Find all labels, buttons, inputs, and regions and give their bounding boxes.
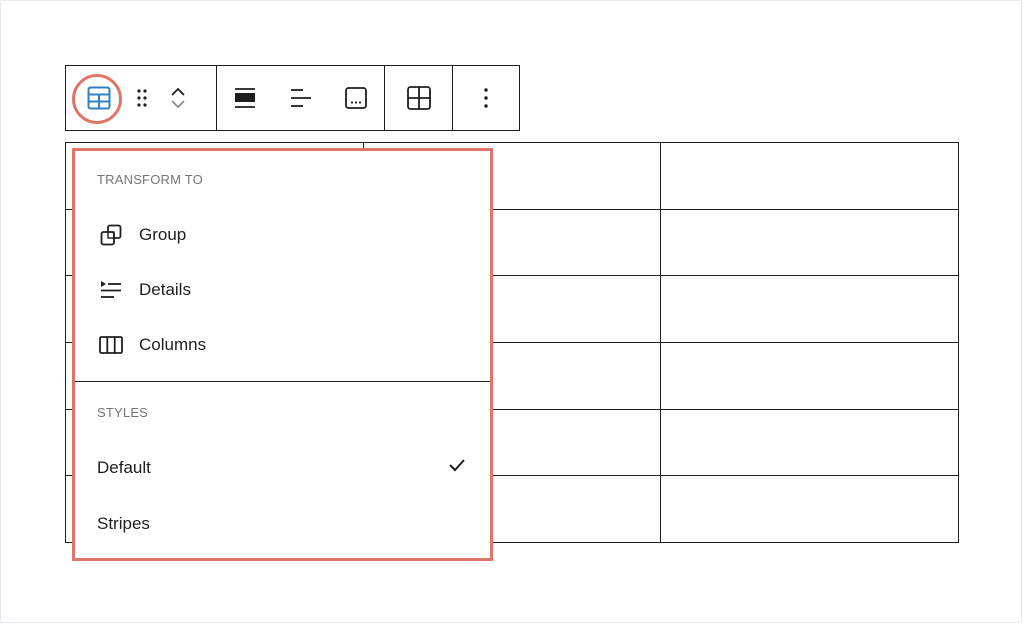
dropdown-divider bbox=[75, 381, 490, 382]
chevron-down-icon bbox=[171, 100, 185, 109]
block-mover bbox=[152, 66, 204, 130]
style-default[interactable]: Default bbox=[75, 446, 490, 490]
chevron-up-icon bbox=[171, 87, 185, 96]
details-label: Details bbox=[139, 280, 191, 299]
styles-section-label: STYLES bbox=[97, 405, 149, 420]
edit-table-button[interactable] bbox=[385, 66, 452, 130]
stripes-label: Stripes bbox=[97, 514, 150, 533]
transform-to-group[interactable]: Group bbox=[75, 213, 490, 257]
table-cell[interactable] bbox=[660, 275, 959, 343]
columns-icon bbox=[97, 331, 125, 359]
align-button[interactable] bbox=[217, 66, 273, 130]
align-left-icon bbox=[290, 89, 311, 107]
block-toolbar bbox=[65, 65, 520, 131]
table-cell[interactable] bbox=[660, 341, 959, 410]
transform-to-columns[interactable]: Columns bbox=[75, 323, 490, 367]
table-cell[interactable] bbox=[660, 142, 959, 210]
table-cell[interactable] bbox=[660, 408, 959, 477]
highlight-ring bbox=[72, 74, 122, 124]
transform-to-details[interactable]: Details bbox=[75, 268, 490, 312]
drag-handle-button[interactable] bbox=[132, 66, 152, 130]
caption-button[interactable] bbox=[328, 66, 384, 130]
toolbar-group-table bbox=[385, 66, 453, 130]
toolbar-group-block bbox=[66, 66, 217, 130]
details-icon bbox=[97, 276, 125, 304]
move-down-button[interactable] bbox=[152, 98, 204, 130]
align-wide-icon bbox=[234, 88, 255, 108]
move-up-button[interactable] bbox=[152, 66, 204, 98]
more-options-button[interactable] bbox=[453, 66, 519, 130]
table-cell[interactable] bbox=[660, 475, 959, 543]
transform-section-label: TRANSFORM TO bbox=[97, 172, 203, 187]
table-grid-icon bbox=[406, 86, 431, 110]
table-cell[interactable] bbox=[660, 208, 959, 277]
default-label: Default bbox=[97, 458, 151, 477]
columns-label: Columns bbox=[139, 335, 207, 354]
group-label: Group bbox=[139, 225, 187, 244]
check-icon bbox=[449, 459, 465, 472]
block-switcher-dropdown: TRANSFORM TO Group Details Columns STYLE… bbox=[72, 148, 493, 561]
toolbar-group-options bbox=[453, 66, 519, 130]
drag-handle-icon bbox=[137, 89, 147, 107]
more-vertical-icon bbox=[484, 88, 488, 108]
toolbar-group-format bbox=[217, 66, 385, 130]
caption-icon bbox=[345, 87, 368, 109]
style-stripes[interactable]: Stripes bbox=[75, 502, 490, 546]
group-icon bbox=[97, 221, 125, 249]
block-type-button[interactable] bbox=[66, 66, 132, 130]
text-align-button[interactable] bbox=[273, 66, 329, 130]
